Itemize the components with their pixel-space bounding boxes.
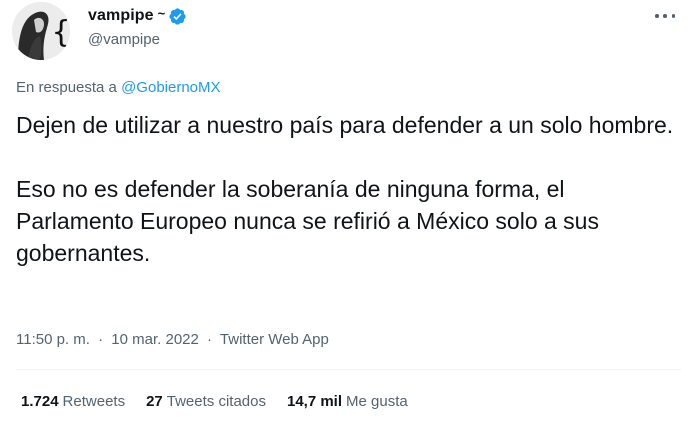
author-name-row[interactable]: vampipe ~ <box>88 5 187 27</box>
quotes-count: 27 <box>146 393 163 410</box>
reply-context: En respuesta a @GobiernoMX <box>16 79 221 96</box>
meta-separator: · <box>207 331 213 348</box>
retweets-label: Retweets <box>62 393 126 410</box>
author-name-suffix: ~ <box>157 5 166 21</box>
tweet-paragraph: Dejen de utilizar a nuestro país para de… <box>16 112 674 138</box>
svg-text:{: { <box>52 15 70 50</box>
tweet-date[interactable]: 10 mar. 2022 <box>111 331 199 348</box>
meta-separator: · <box>98 331 104 348</box>
reply-mention-link[interactable]: @GobiernoMX <box>121 79 220 96</box>
tweet-meta: 11:50 p. m. · 10 mar. 2022 · Twitter Web… <box>16 331 329 348</box>
tweet-stats: 1.724 Retweets 27 Tweets citados 14,7 mil M… <box>21 393 429 410</box>
author-handle[interactable]: @vampipe <box>88 31 160 48</box>
likes-count: 14,7 mil <box>286 393 343 410</box>
quote-tweets-stat[interactable]: 27 Tweets citados <box>146 393 266 410</box>
retweets-stat[interactable]: 1.724 Retweets <box>21 393 125 410</box>
more-options-icon[interactable] <box>655 8 675 24</box>
author-display-name[interactable]: vampipe <box>88 7 154 25</box>
tweet-text: Dejen de utilizar a nuestro país para de… <box>16 109 681 269</box>
profile-avatar-icon[interactable]: { <box>12 2 70 60</box>
divider <box>16 369 681 370</box>
verified-badge-icon <box>169 7 186 25</box>
quotes-label: Tweets citados <box>166 393 266 410</box>
reply-prefix: En respuesta a <box>16 79 117 96</box>
likes-label: Me gusta <box>346 393 408 410</box>
tweet-detail: { vampipe ~ @vampipe En respuesta a @Gob… <box>0 0 697 425</box>
likes-stat[interactable]: 14,7 mil Me gusta <box>287 393 408 410</box>
retweets-count: 1.724 <box>21 393 59 410</box>
tweet-time[interactable]: 11:50 p. m. <box>16 331 90 348</box>
tweet-source[interactable]: Twitter Web App <box>220 331 329 348</box>
tweet-paragraph: Eso no es defender la soberanía de ningu… <box>16 176 599 266</box>
